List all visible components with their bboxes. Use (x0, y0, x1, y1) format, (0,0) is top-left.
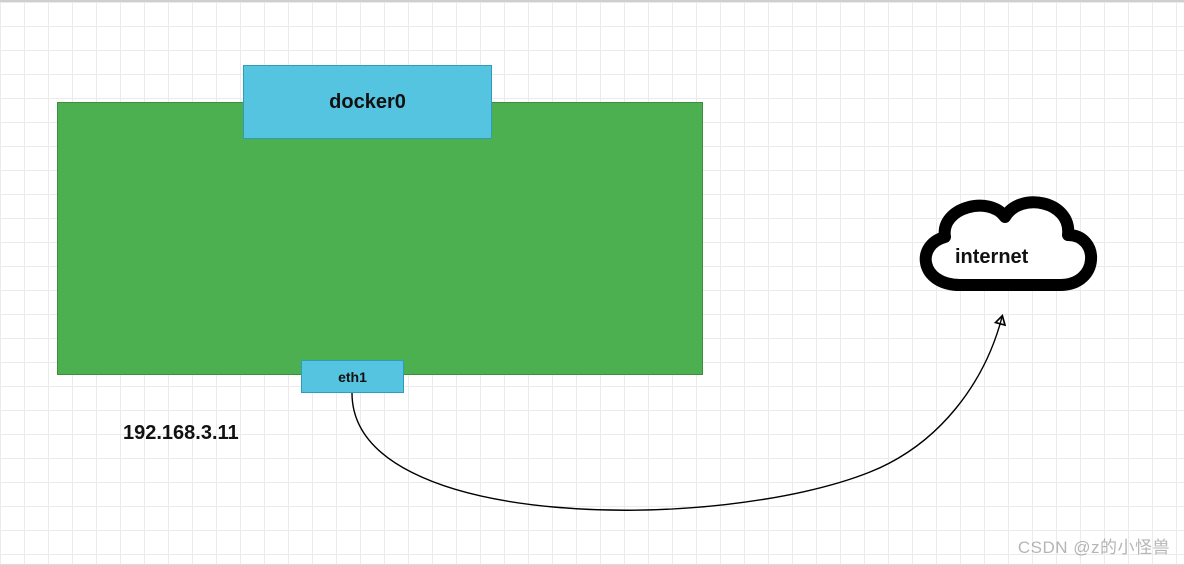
docker0-interface-box: docker0 (243, 65, 492, 139)
ip-address-label: 192.168.3.11 (123, 422, 239, 445)
host-box (57, 102, 703, 375)
internet-label: internet (955, 246, 1028, 269)
eth1-label: eth1 (338, 369, 367, 385)
watermark-text: CSDN @z的小怪兽 (1018, 533, 1170, 558)
docker0-label: docker0 (329, 91, 406, 114)
internet-cloud-icon (900, 167, 1105, 312)
diagram-canvas: docker0 eth1 192.168.3.11 internet CSDN … (0, 0, 1184, 565)
eth1-interface-box: eth1 (301, 360, 404, 393)
